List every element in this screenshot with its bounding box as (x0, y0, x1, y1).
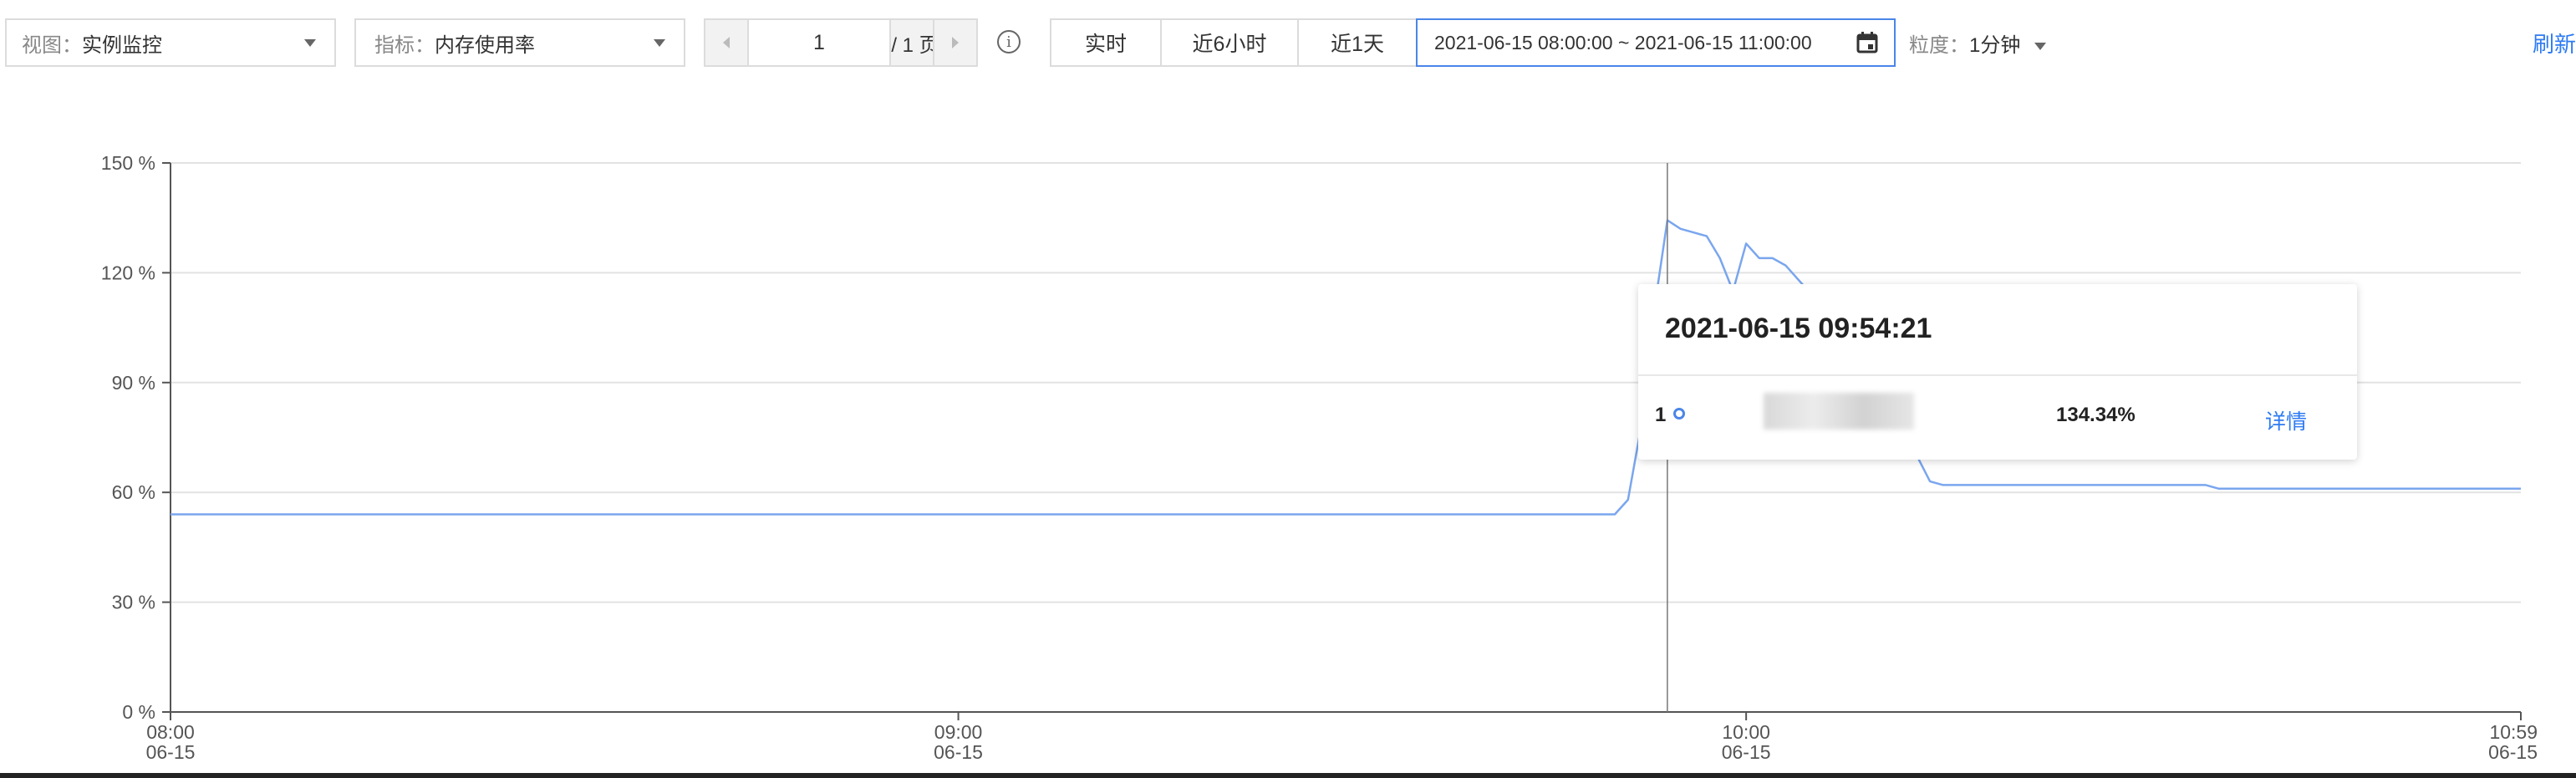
tooltip-row-value: 134.34% (2056, 404, 2136, 426)
y-tick-label: 120 % (101, 262, 155, 283)
bottom-border (0, 773, 2576, 778)
x-tick-label-date: 06-15 (146, 741, 196, 763)
x-tick-label-date: 06-15 (2488, 741, 2538, 763)
x-tick-label-time: 09:00 (934, 721, 983, 743)
y-tick-label: 90 % (112, 372, 155, 394)
y-tick-label: 60 % (112, 481, 155, 503)
y-tick-label: 30 % (112, 592, 155, 613)
x-tick-label-time: 10:00 (1722, 721, 1770, 743)
x-tick-label-date: 06-15 (934, 741, 983, 763)
series-marker-icon (1673, 408, 1685, 420)
chart-tooltip: 2021-06-15 09:54:21 1 134.34% 详情 (1638, 284, 2357, 460)
x-tick-label-time: 10:59 (2489, 721, 2538, 743)
tooltip-title: 2021-06-15 09:54:21 (1665, 313, 1932, 344)
x-tick-label-date: 06-15 (1722, 741, 1771, 763)
y-tick-label: 0 % (122, 701, 155, 723)
tooltip-divider (1638, 374, 2357, 376)
tooltip-detail-link[interactable]: 详情 (2265, 405, 2307, 435)
y-tick-label: 150 % (101, 152, 155, 174)
tooltip-row-name-redacted (1764, 393, 1914, 430)
x-tick-label-time: 08:00 (146, 721, 195, 743)
tooltip-row-index: 1 (1655, 404, 1667, 426)
